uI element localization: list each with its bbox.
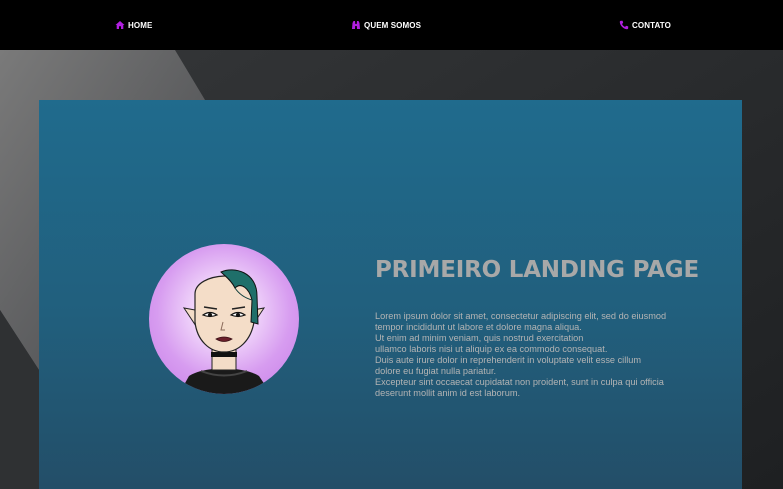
- page-title: PRIMEIRO LANDING PAGE: [375, 257, 699, 283]
- nav-quem-somos-link[interactable]: QUEM SOMOS: [351, 19, 421, 31]
- paragraph-line: Ut enim ad minim veniam, quis nostrud ex…: [375, 333, 584, 343]
- paragraph-line: ullamco laboris nisi ut aliquip ex ea co…: [375, 344, 608, 354]
- avatar-image: [149, 244, 299, 394]
- paragraph-line: deserunt mollit anim id est laborum.: [375, 388, 521, 398]
- phone-icon: [619, 20, 629, 30]
- paragraph-line: tempor incididunt ut labore et dolore ma…: [375, 322, 582, 332]
- paragraph-line: Lorem ipsum dolor sit amet, consectetur …: [375, 311, 667, 321]
- paragraph-line: Duis aute irure dolor in reprehenderit i…: [375, 355, 642, 365]
- nav-quem-somos-label: QUEM SOMOS: [364, 20, 422, 30]
- paragraph-line: Excepteur sint occaecat cupidatat non pr…: [375, 377, 664, 387]
- nav-home-label: HOME: [128, 20, 153, 30]
- character-illustration: [179, 269, 271, 394]
- nav-home-link[interactable]: HOME: [115, 19, 152, 31]
- binoculars-icon: [351, 20, 361, 30]
- nav-contato-label: CONTATO: [632, 20, 671, 30]
- paragraph-line: dolore eu fugiat nulla pariatur.: [375, 366, 497, 376]
- hero-section: PRIMEIRO LANDING PAGE Lorem ipsum dolor …: [39, 100, 742, 489]
- nav-contato-link[interactable]: CONTATO: [619, 19, 671, 31]
- top-navbar: HOME QUEM SOMOS CONTATO: [0, 0, 783, 50]
- intro-paragraph: Lorem ipsum dolor sit amet, consectetur …: [375, 311, 715, 399]
- home-icon: [115, 20, 125, 30]
